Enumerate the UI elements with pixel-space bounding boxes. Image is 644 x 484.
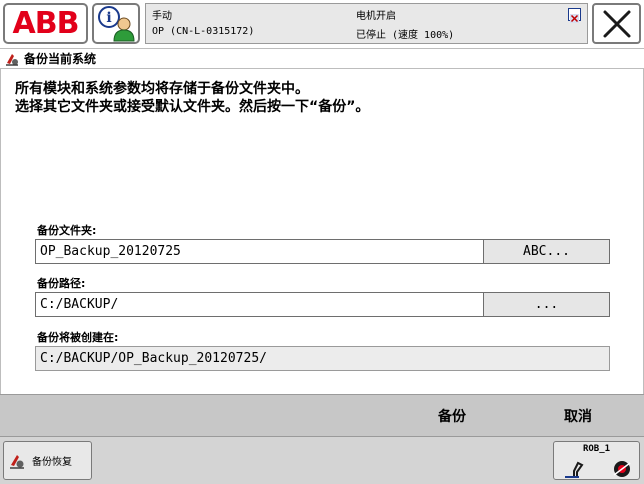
- task-bar: 备份恢复 ROB_1: [0, 436, 644, 484]
- instruction-line: 选择其它文件夹或接受默认文件夹。然后按一下“备份”。: [15, 99, 370, 115]
- task-label: 备份恢复: [32, 457, 72, 468]
- svg-text:i: i: [106, 10, 111, 26]
- window-title: 备份当前系统: [24, 52, 97, 66]
- abb-logo: ABB: [12, 5, 80, 41]
- robot-status-icon: [565, 461, 631, 478]
- task-backup-restore[interactable]: 备份恢复: [3, 441, 92, 480]
- top-status-bar: ABB i 手动 OP (CN-L-0315172) 电机开启 已停止 (速度 …: [0, 0, 644, 48]
- backup-app-icon: [6, 53, 18, 66]
- cancel-button[interactable]: 取消: [526, 395, 630, 436]
- backup-created-value: C:/BACKUP/OP_Backup_20120725/: [35, 346, 610, 371]
- instructions: 所有模块和系统参数均将存储于备份文件夹中。 选择其它文件夹或接受默认文件夹。然后…: [15, 80, 369, 116]
- info-user-button[interactable]: i: [92, 3, 140, 44]
- small-close-icon[interactable]: [568, 8, 581, 23]
- backup-path-input[interactable]: C:/BACKUP/: [35, 292, 483, 317]
- abb-menu-button[interactable]: ABB: [3, 3, 88, 44]
- backup-path-label: 备份路径:: [37, 277, 86, 290]
- status-panel[interactable]: 手动 OP (CN-L-0315172) 电机开启 已停止 (速度 100%): [145, 3, 588, 44]
- quickset-rob-button[interactable]: ROB_1: [553, 441, 640, 480]
- backup-path-browse-button[interactable]: ...: [483, 292, 610, 317]
- window-title-bar: 备份当前系统: [0, 48, 644, 69]
- close-x-icon: [603, 10, 630, 37]
- backup-folder-keyboard-button[interactable]: ABC...: [483, 239, 610, 264]
- motor-status: 电机开启: [356, 11, 396, 22]
- command-bar: 备份 取消: [0, 394, 644, 436]
- instruction-line: 所有模块和系统参数均将存储于备份文件夹中。: [15, 81, 309, 97]
- backup-button[interactable]: 备份: [400, 395, 504, 436]
- close-button[interactable]: [592, 3, 641, 44]
- info-user-icon: i: [98, 6, 135, 42]
- backup-folder-label: 备份文件夹:: [37, 224, 97, 237]
- run-status: 已停止 (速度 100%): [356, 30, 455, 41]
- backup-folder-input[interactable]: OP_Backup_20120725: [35, 239, 483, 264]
- operating-mode: 手动: [152, 11, 172, 22]
- system-name: OP (CN-L-0315172): [152, 26, 255, 37]
- robot-unit-label: ROB_1: [582, 444, 611, 454]
- backup-restore-icon: [10, 454, 24, 469]
- backup-form: 所有模块和系统参数均将存储于备份文件夹中。 选择其它文件夹或接受默认文件夹。然后…: [0, 69, 644, 394]
- backup-created-label: 备份将被创建在:: [37, 331, 119, 344]
